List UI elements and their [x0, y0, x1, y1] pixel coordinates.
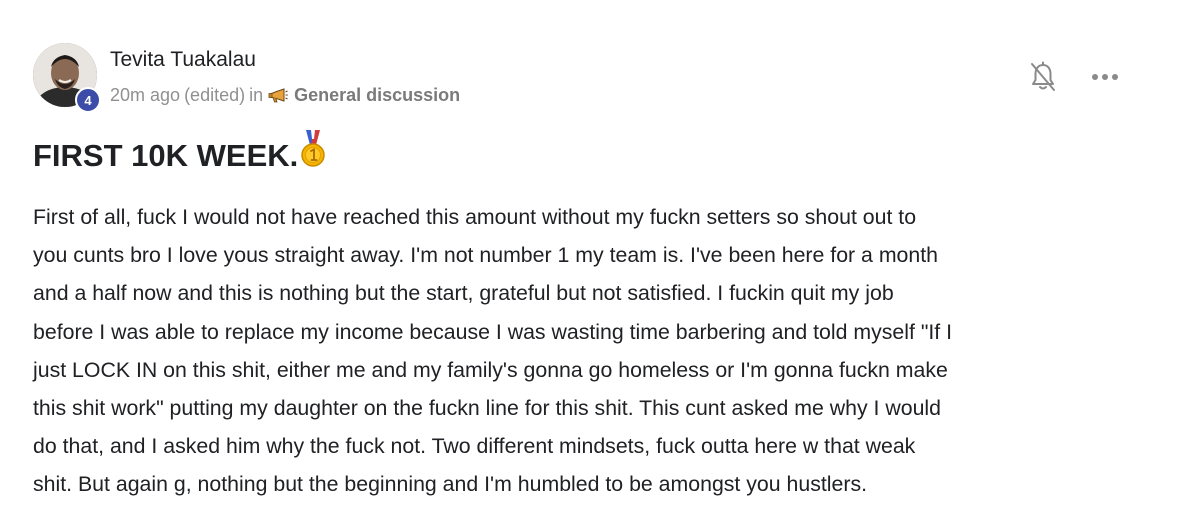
- in-label: in: [249, 85, 264, 105]
- author-avatar[interactable]: 4: [33, 43, 101, 113]
- body-line: do that, and I asked him why the fuck no…: [33, 434, 916, 459]
- body-line: just LOCK IN on this shit, either me and…: [33, 357, 948, 382]
- gold-medal-icon: [301, 129, 326, 177]
- megaphone-icon: [268, 87, 288, 104]
- body-line: this shit work" putting my daughter on t…: [33, 396, 941, 421]
- post-time: 20m ago: [110, 85, 181, 105]
- more-dots-icon[interactable]: [1090, 65, 1120, 89]
- author-name[interactable]: Tevita Tuakalau: [110, 48, 256, 72]
- edited-label: (edited): [184, 85, 246, 105]
- level-badge: 4: [75, 87, 101, 113]
- post-body: First of all, fuck I would not have reac…: [33, 198, 1158, 504]
- post-card: 4 Tevita Tuakalau 20m ago (edited) in Ge…: [0, 0, 1182, 522]
- body-line: before I was able to replace my income b…: [33, 319, 953, 344]
- post-title: FIRST 10K WEEK.: [33, 130, 326, 177]
- body-line: and a half now and this is nothing but t…: [33, 281, 894, 306]
- bell-off-icon[interactable]: [1028, 61, 1058, 93]
- body-line: shit. But again g, nothing but the begin…: [33, 472, 868, 497]
- post-title-text: FIRST 10K WEEK.: [33, 138, 299, 173]
- post-meta: 20m ago (edited) in General discussion: [110, 85, 460, 106]
- body-line: you cunts bro I love yous straight away.…: [33, 243, 939, 268]
- category-link[interactable]: General discussion: [294, 85, 460, 106]
- body-line: First of all, fuck I would not have reac…: [33, 205, 917, 229]
